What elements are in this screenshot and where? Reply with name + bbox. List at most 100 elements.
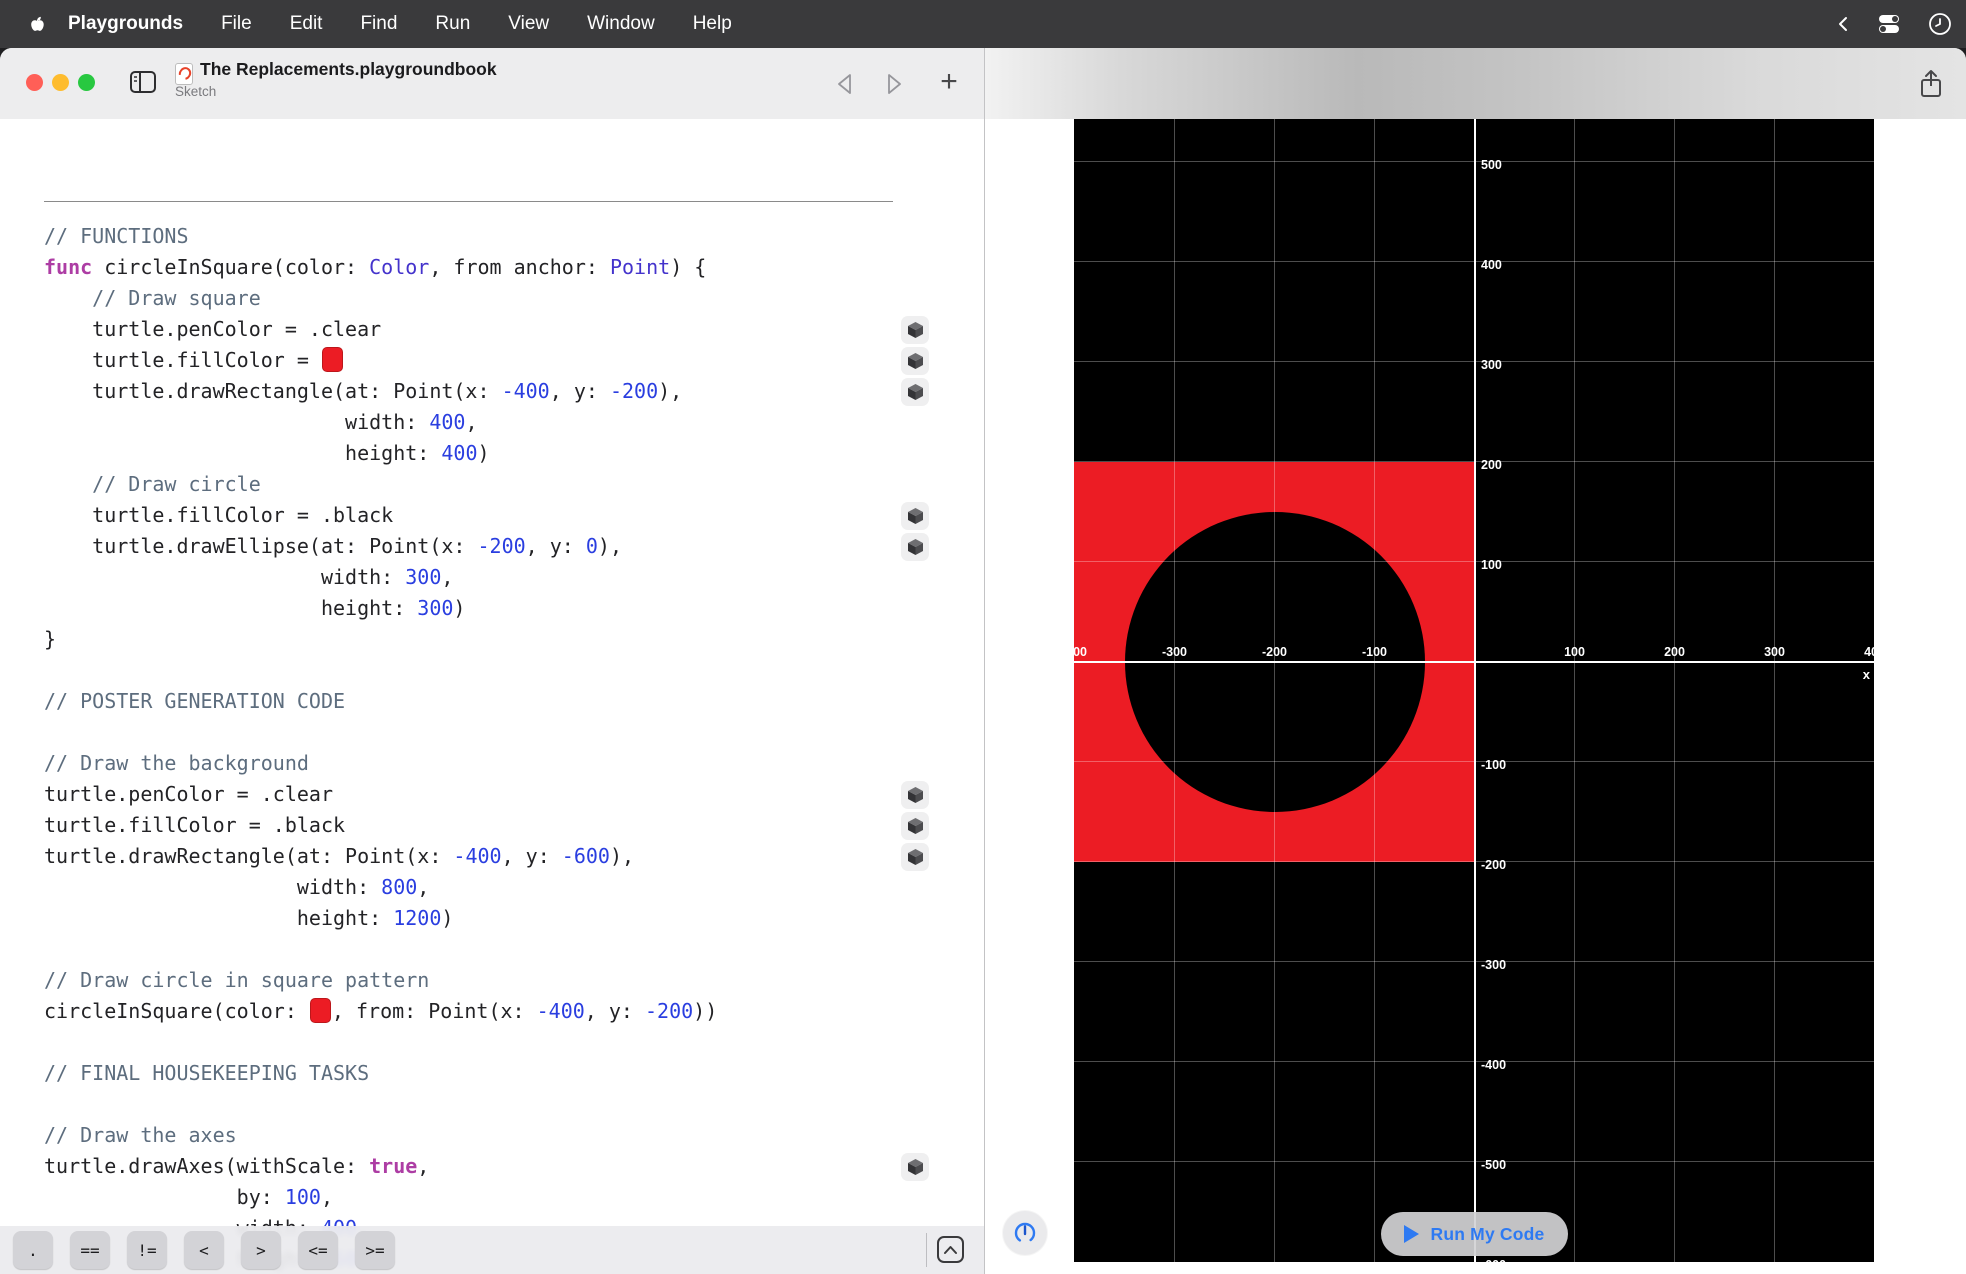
- cube-icon: [907, 321, 923, 338]
- x-tick-label: -100: [1361, 645, 1388, 659]
- shortcut-key-button[interactable]: !=: [127, 1231, 167, 1269]
- minimize-button[interactable]: [52, 74, 69, 91]
- run-speed-button[interactable]: [1003, 1211, 1047, 1255]
- x-tick-label: 200: [1664, 645, 1685, 659]
- x-tick-label: -300: [1161, 645, 1188, 659]
- menu-item-run[interactable]: Run: [435, 13, 470, 35]
- run-my-code-button[interactable]: Run My Code: [1381, 1212, 1568, 1256]
- result-cube-button[interactable]: [901, 1152, 929, 1181]
- clock-icon[interactable]: [1928, 12, 1952, 36]
- result-cube-button[interactable]: [901, 346, 929, 375]
- screen: { "menu_bar": { "items": ["Playgrounds",…: [0, 0, 1966, 1274]
- gridline-vertical: [1174, 119, 1175, 1262]
- run-button-label: Run My Code: [1430, 1223, 1545, 1244]
- back-button[interactable]: [831, 70, 859, 98]
- x-tick-label: -200: [1261, 645, 1288, 659]
- code-line[interactable]: // Draw square: [44, 283, 261, 314]
- code-line[interactable]: }: [44, 624, 56, 655]
- y-tick-label: -600: [1481, 1258, 1506, 1262]
- code-line[interactable]: // Draw circle in square pattern: [44, 965, 429, 996]
- dismiss-keyboard-button[interactable]: [937, 1236, 964, 1263]
- cube-icon: [907, 817, 923, 834]
- y-tick-label: 300: [1481, 358, 1502, 372]
- playgroundbook-icon: [175, 63, 194, 85]
- code-line[interactable]: turtle.penColor = .clear: [44, 314, 381, 345]
- apple-icon: [30, 16, 44, 31]
- code-line[interactable]: width: 300,: [44, 562, 453, 593]
- code-line[interactable]: turtle.drawRectangle(at: Point(x: -400, …: [44, 376, 682, 407]
- code-line[interactable]: by: 100,: [44, 1182, 333, 1213]
- code-line[interactable]: // FINAL HOUSEKEEPING TASKS: [44, 1058, 369, 1089]
- code-line[interactable]: // Draw circle: [44, 469, 261, 500]
- result-cube-button[interactable]: [901, 842, 929, 871]
- x-tick-label: 400: [1864, 645, 1874, 659]
- shortcut-key-button[interactable]: ==: [70, 1231, 110, 1269]
- chevron-left-icon[interactable]: [1836, 14, 1850, 34]
- y-axis: [1473, 119, 1476, 1262]
- forward-button[interactable]: [880, 70, 908, 98]
- code-line[interactable]: circleInSquare(color: , from: Point(x: -…: [44, 996, 717, 1027]
- share-button[interactable]: [1916, 68, 1946, 100]
- code-line[interactable]: // Draw the background: [44, 748, 309, 779]
- key-buttons: . == != < > <= >=: [0, 1231, 412, 1269]
- menu-item-view[interactable]: View: [508, 13, 549, 35]
- code-line[interactable]: // FUNCTIONS: [44, 221, 189, 252]
- shortcut-key-button[interactable]: .: [13, 1231, 53, 1269]
- cube-icon: [907, 507, 923, 524]
- code-editor[interactable]: // FUNCTIONS func circleInSquare(color: C…: [0, 119, 984, 1274]
- code-line[interactable]: // Draw the axes: [44, 1120, 237, 1151]
- code-line[interactable]: turtle.fillColor = .black: [44, 810, 345, 841]
- code-line[interactable]: width: 400,: [44, 407, 477, 438]
- result-cube-button[interactable]: [901, 811, 929, 840]
- code-line[interactable]: height: 400): [44, 438, 490, 469]
- x-tick-label: 300: [1764, 645, 1785, 659]
- zoom-button[interactable]: [78, 74, 95, 91]
- code-line[interactable]: turtle.fillColor = .black: [44, 500, 393, 531]
- shortcut-key-button[interactable]: <: [184, 1231, 224, 1269]
- x-tick-label: 100: [1564, 645, 1585, 659]
- close-button[interactable]: [26, 74, 43, 91]
- code-line[interactable]: func circleInSquare(color: Color, from a…: [44, 252, 706, 283]
- result-cube-button[interactable]: [901, 501, 929, 530]
- y-tick-label: -100: [1481, 758, 1507, 772]
- code-line[interactable]: turtle.fillColor =: [44, 345, 344, 376]
- shortcut-key-button[interactable]: >: [241, 1231, 281, 1269]
- y-tick-label: -400: [1481, 1058, 1507, 1072]
- playgrounds-window: The Replacements.playgroundbook Sketch +…: [0, 48, 1966, 1274]
- menu-item-file[interactable]: File: [221, 13, 252, 35]
- result-cube-button[interactable]: [901, 315, 929, 344]
- y-tick-label: 100: [1481, 558, 1502, 572]
- result-cube-button[interactable]: [901, 377, 929, 406]
- code-line[interactable]: // POSTER GENERATION CODE: [44, 686, 345, 717]
- result-cube-button[interactable]: [901, 532, 929, 561]
- code-line[interactable]: turtle.drawRectangle(at: Point(x: -400, …: [44, 841, 634, 872]
- menu-items: Playgrounds File Edit Find Run View Window Help: [68, 13, 732, 35]
- color-literal-swatch[interactable]: [309, 998, 331, 1023]
- menu-item-help[interactable]: Help: [693, 13, 732, 35]
- color-literal-swatch[interactable]: [321, 347, 343, 372]
- sidebar-toggle-button[interactable]: [129, 70, 157, 94]
- menu-item-window[interactable]: Window: [587, 13, 655, 35]
- code-line[interactable]: width: 800,: [44, 872, 429, 903]
- shortcut-key-button[interactable]: <=: [298, 1231, 338, 1269]
- menu-item-edit[interactable]: Edit: [290, 13, 323, 35]
- cube-icon: [907, 786, 923, 803]
- shortcut-key-button[interactable]: >=: [355, 1231, 395, 1269]
- result-cube-button[interactable]: [901, 780, 929, 809]
- code-line[interactable]: turtle.drawAxes(withScale: true,: [44, 1151, 429, 1182]
- code-line[interactable]: turtle.penColor = .clear: [44, 779, 333, 810]
- apple-menu[interactable]: [14, 14, 60, 34]
- x-axis: [1074, 660, 1874, 663]
- window-title: The Replacements.playgroundbook: [200, 59, 497, 79]
- menu-item-playgrounds[interactable]: Playgrounds: [68, 13, 183, 35]
- control-center-icon[interactable]: [1876, 13, 1902, 35]
- y-tick-label: -200: [1481, 858, 1507, 872]
- code-line[interactable]: height: 1200): [44, 903, 454, 934]
- add-page-button[interactable]: +: [935, 64, 963, 100]
- code-line[interactable]: turtle.drawEllipse(at: Point(x: -200, y:…: [44, 531, 622, 562]
- y-tick-label: 200: [1481, 458, 1502, 472]
- menu-item-find[interactable]: Find: [360, 13, 397, 35]
- y-tick-label: 500: [1481, 158, 1502, 172]
- code-line[interactable]: height: 300): [44, 593, 466, 624]
- cube-icon: [907, 383, 923, 400]
